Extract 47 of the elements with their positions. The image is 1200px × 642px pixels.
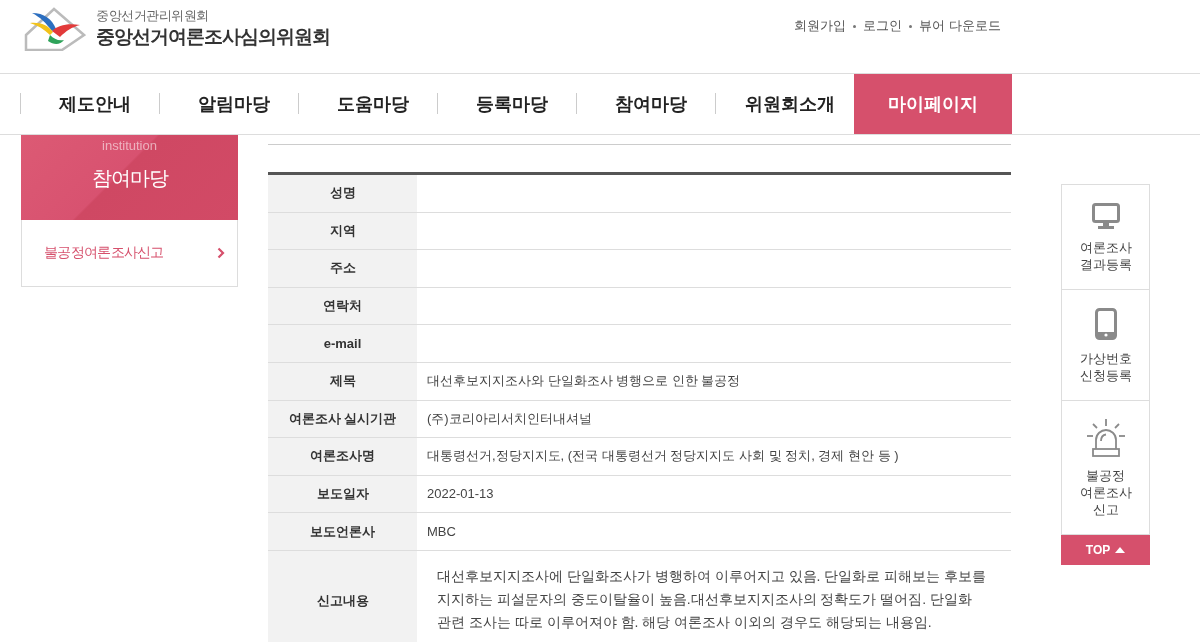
bird-logo-icon <box>22 5 86 51</box>
nav-tab[interactable]: 등록마당 <box>437 74 576 134</box>
quick-menu-item[interactable]: 여론조사 결과등록 <box>1062 185 1149 290</box>
field-label: 주소 <box>268 250 417 287</box>
bullet-icon <box>909 24 913 28</box>
field-label: 보도언론사 <box>268 513 417 550</box>
site-title[interactable]: 중앙선거여론조사심의위원회 <box>96 24 330 50</box>
field-label: e-mail <box>268 325 417 362</box>
field-label: 연락처 <box>268 287 417 325</box>
top-button[interactable]: TOP <box>1061 535 1150 565</box>
field-label: 보도일자 <box>268 475 417 513</box>
caret-up-icon <box>1115 547 1126 553</box>
quick-menu-label: 불공정 여론조사 신고 <box>1078 467 1133 518</box>
monitor-icon <box>1091 203 1120 229</box>
utility-link[interactable]: 뷰어 다운로드 <box>919 17 1001 35</box>
field-label: 여론조사 실시기관 <box>268 400 417 438</box>
siren-icon <box>1086 419 1125 457</box>
field-label: 제목 <box>268 362 417 400</box>
report-content-text: 대선후보지지조사에 단일화조사가 병행하여 이루어지고 있음. 단일화로 피해보는 후보를 지지하는 피설문자의 중도이탈율이 높음.대선후보지지조사의 정확도가 떨어짐. 단일화 관련 조사는 따로 이루어져야 함. 해당 여론조사 이외의 경우도 해당되는 내용임. <box>436 566 988 632</box>
field-value: 대선후보지지조사와 단일화조사 병행으로 인한 불공정 <box>426 372 742 391</box>
field-value: MBC <box>426 522 457 541</box>
field-label: 여론조사명 <box>268 438 417 475</box>
nav-tab[interactable]: 제도안내 <box>20 74 159 134</box>
quick-menu-label: 여론조사 결과등록 <box>1078 239 1133 273</box>
sidebar-title: 참여마당 <box>91 166 168 191</box>
field-value: 대통령선거,정당지지도, (전국 대통령선거 정당지지도 사회 및 정치, 경제 현안 등 ) <box>426 447 900 466</box>
sidebar-menu-label: 불공정여론조사신고 <box>44 244 164 262</box>
field-value: 2022-01-13 <box>426 485 495 504</box>
nav-tab[interactable]: 알림마당 <box>159 74 298 134</box>
sidebar-menu-link[interactable]: 불공정여론조사신고 <box>22 220 237 286</box>
field-label: 성명 <box>268 175 417 212</box>
nav-tab[interactable]: 위원회소개 <box>715 74 854 134</box>
quick-menu-label: 가상번호 신청등록 <box>1078 350 1133 384</box>
utility-link[interactable]: 로그인 <box>863 17 903 35</box>
field-label: 신고내용 <box>268 550 417 642</box>
chevron-right-icon <box>217 247 225 259</box>
utility-link[interactable]: 회원가입 <box>794 17 847 35</box>
quick-menu-item[interactable]: 가상번호 신청등록 <box>1062 290 1149 401</box>
field-label: 지역 <box>268 212 417 250</box>
sidebar-subtitle: institution <box>102 138 157 154</box>
nav-tab[interactable]: 참여마당 <box>576 74 715 134</box>
smartphone-icon <box>1094 308 1117 340</box>
field-value: (주)코리아리서치인터내셔널 <box>426 409 593 428</box>
organization-name: 중앙선거관리위원회 <box>96 7 210 24</box>
nav-tab[interactable]: 마이페이지 <box>854 74 1012 134</box>
nav-tab[interactable]: 도움마당 <box>298 74 437 134</box>
bullet-icon <box>853 24 857 28</box>
